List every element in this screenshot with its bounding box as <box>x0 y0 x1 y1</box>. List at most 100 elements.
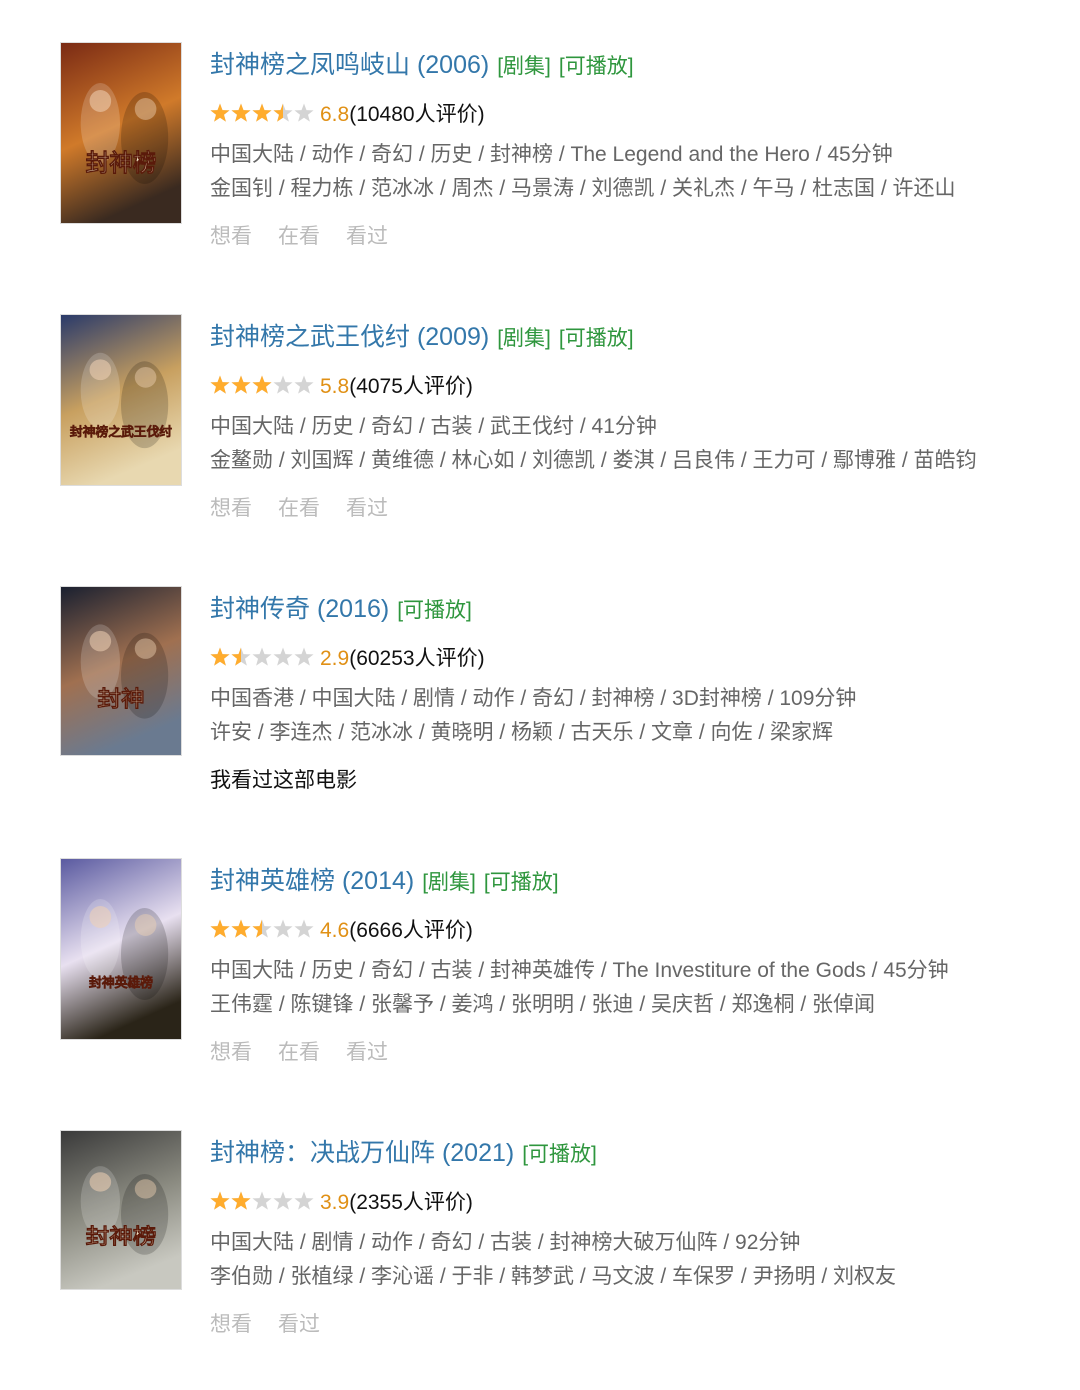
actions-row: 想看 在看 看过 <box>210 220 1050 254</box>
movie-poster[interactable]: 封神榜之武王伐纣 <box>60 314 182 486</box>
star-empty-icon <box>273 919 293 939</box>
actions-row: 想看 在看 看过 <box>210 492 1050 526</box>
series-tag[interactable]: [剧集] <box>497 55 551 78</box>
movie-poster[interactable]: 封神榜 <box>60 1130 182 1290</box>
series-tag[interactable]: [剧集] <box>422 871 476 894</box>
rating-votes[interactable]: (60253人评价) <box>349 647 484 670</box>
rating-line: 4.6(6666人评价) <box>210 914 1050 948</box>
playable-tag[interactable]: [可播放] <box>559 55 634 78</box>
star-empty-icon <box>252 647 272 667</box>
star-empty-icon <box>294 375 314 395</box>
want-to-watch-button[interactable]: 想看 <box>210 225 252 248</box>
movie-item: 封神 封神传奇 (2016) [可播放] 2.9(60253人评价) 中国香港 / 中国… <box>0 586 1080 846</box>
watched-button[interactable]: 看过 <box>346 497 388 520</box>
movie-genres: 中国大陆 / 剧情 / 动作 / 奇幻 / 古装 / 封神榜大破万仙阵 / 92… <box>210 1231 801 1254</box>
movie-item: 封神英雄榜 封神英雄榜 (2014) [剧集] [可播放] 4.6(6666人评价) 中国… <box>0 858 1080 1118</box>
star-empty-icon <box>294 1191 314 1211</box>
movie-cast: 金国钊 / 程力栋 / 范冰冰 / 周杰 / 马景涛 / 刘德凯 / 关礼杰 /… <box>210 177 956 200</box>
poster-caption: 封神榜 <box>86 1224 157 1249</box>
title-line: 封神传奇 (2016) [可播放] <box>210 586 1050 632</box>
actions-row: 想看 在看 看过 <box>210 1036 1050 1070</box>
movie-title-link[interactable]: 封神榜：决战万仙阵 (2021) <box>210 1139 514 1167</box>
star-filled-icon <box>231 1191 251 1211</box>
movie-title-link[interactable]: 封神榜之武王伐纣 (2009) <box>210 323 489 351</box>
rating-stars <box>210 103 314 123</box>
movie-title-link[interactable]: 封神英雄榜 (2014) <box>210 867 414 895</box>
poster-caption: 封神英雄榜 <box>89 975 153 991</box>
poster-caption: 封神榜 <box>86 149 157 177</box>
movie-item: 封神榜 封神榜之凤鸣岐山 (2006) [剧集] [可播放] 6.8(10480人评价)… <box>0 42 1080 302</box>
star-empty-icon <box>273 647 293 667</box>
playable-tag[interactable]: [可播放] <box>559 327 634 350</box>
star-filled-icon <box>210 103 230 123</box>
movie-item: 封神榜 封神榜：决战万仙阵 (2021) [可播放] 3.9(2355人评价) 中国大陆… <box>0 1130 1080 1390</box>
watched-button[interactable]: 看过 <box>278 1313 320 1336</box>
watching-button[interactable]: 在看 <box>278 225 320 248</box>
movie-genres: 中国大陆 / 动作 / 奇幻 / 历史 / 封神榜 / The Legend a… <box>210 143 893 166</box>
rating-stars <box>210 375 314 395</box>
playable-tag[interactable]: [可播放] <box>397 599 472 622</box>
star-filled-icon <box>210 919 230 939</box>
want-to-watch-button[interactable]: 想看 <box>210 1041 252 1064</box>
actions-row: 我看过这部电影 <box>210 764 1050 798</box>
movie-cast: 李伯勋 / 张植绿 / 李沁谣 / 于非 / 韩梦武 / 马文波 / 车保罗 /… <box>210 1265 897 1288</box>
star-filled-icon <box>210 647 230 667</box>
movie-info: 封神榜：决战万仙阵 (2021) [可播放] 3.9(2355人评价) 中国大陆 / … <box>210 1130 1050 1342</box>
movie-info: 封神英雄榜 (2014) [剧集] [可播放] 4.6(6666人评价) 中国大陆 / … <box>210 858 1050 1070</box>
rating-line: 2.9(60253人评价) <box>210 642 1050 676</box>
movie-genres: 中国大陆 / 历史 / 奇幻 / 古装 / 封神英雄传 / The Invest… <box>210 959 949 982</box>
series-tag[interactable]: [剧集] <box>497 327 551 350</box>
rating-score: 4.6 <box>320 919 350 942</box>
rating-line: 6.8(10480人评价) <box>210 98 1050 132</box>
movie-genres: 中国大陆 / 历史 / 奇幻 / 古装 / 武王伐纣 / 41分钟 <box>210 415 657 438</box>
star-filled-icon <box>231 919 251 939</box>
rating-votes[interactable]: (4075人评价) <box>349 375 473 398</box>
title-line: 封神榜之凤鸣岐山 (2006) [剧集] [可播放] <box>210 42 1050 88</box>
watched-button[interactable]: 看过 <box>346 1041 388 1064</box>
poster-caption: 封神 <box>97 686 144 712</box>
watching-button[interactable]: 在看 <box>278 1041 320 1064</box>
movie-title-link[interactable]: 封神榜之凤鸣岐山 (2006) <box>210 51 489 79</box>
movie-cast: 金鳌勋 / 刘国辉 / 黄维德 / 林心如 / 刘德凯 / 娄淇 / 吕良伟 /… <box>210 449 977 472</box>
star-empty-icon <box>294 647 314 667</box>
title-line: 封神榜：决战万仙阵 (2021) [可播放] <box>210 1130 1050 1176</box>
star-empty-icon <box>294 103 314 123</box>
playable-tag[interactable]: [可播放] <box>484 871 559 894</box>
movie-poster[interactable]: 封神 <box>60 586 182 756</box>
star-empty-icon <box>273 375 293 395</box>
playable-tag[interactable]: [可播放] <box>522 1143 597 1166</box>
star-filled-icon <box>231 103 251 123</box>
star-empty-icon <box>273 1191 293 1211</box>
watching-button[interactable]: 在看 <box>278 497 320 520</box>
movie-info: 封神榜之武王伐纣 (2009) [剧集] [可播放] 5.8(4075人评价) 中国大陆… <box>210 314 1050 526</box>
rating-line: 3.9(2355人评价) <box>210 1186 1050 1220</box>
want-to-watch-button[interactable]: 想看 <box>210 497 252 520</box>
star-filled-icon <box>252 375 272 395</box>
rating-votes[interactable]: (2355人评价) <box>349 1191 473 1214</box>
poster-caption: 封神榜之武王伐纣 <box>70 424 173 439</box>
title-line: 封神榜之武王伐纣 (2009) [剧集] [可播放] <box>210 314 1050 360</box>
rating-score: 2.9 <box>320 647 350 670</box>
rating-votes[interactable]: (6666人评价) <box>349 919 473 942</box>
rating-stars <box>210 919 314 939</box>
movie-poster[interactable]: 封神榜 <box>60 42 182 224</box>
actions-row: 想看 看过 <box>210 1308 1050 1342</box>
star-empty-icon <box>252 1191 272 1211</box>
star-filled-icon <box>231 375 251 395</box>
movie-title-link[interactable]: 封神传奇 (2016) <box>210 595 389 623</box>
movie-item: 封神榜之武王伐纣 封神榜之武王伐纣 (2009) [剧集] [可播放] 5.8(4075… <box>0 314 1080 574</box>
star-empty-icon <box>294 919 314 939</box>
movie-poster[interactable]: 封神英雄榜 <box>60 858 182 1040</box>
rating-votes[interactable]: (10480人评价) <box>349 103 484 126</box>
movie-info: 封神榜之凤鸣岐山 (2006) [剧集] [可播放] 6.8(10480人评价) 中国大… <box>210 42 1050 254</box>
want-to-watch-button[interactable]: 想看 <box>210 1313 252 1336</box>
movie-genres: 中国香港 / 中国大陆 / 剧情 / 动作 / 奇幻 / 封神榜 / 3D封神榜… <box>210 687 857 710</box>
star-filled-icon <box>210 375 230 395</box>
movie-info: 封神传奇 (2016) [可播放] 2.9(60253人评价) 中国香港 / 中国大陆… <box>210 586 1050 798</box>
rating-stars <box>210 647 314 667</box>
star-filled-icon <box>210 1191 230 1211</box>
rating-score: 3.9 <box>320 1191 350 1214</box>
movie-cast: 王伟霆 / 陈键锋 / 张馨予 / 姜鸿 / 张明明 / 张迪 / 吴庆哲 / … <box>210 993 876 1016</box>
watched-status: 我看过这部电影 <box>210 769 357 792</box>
watched-button[interactable]: 看过 <box>346 225 388 248</box>
